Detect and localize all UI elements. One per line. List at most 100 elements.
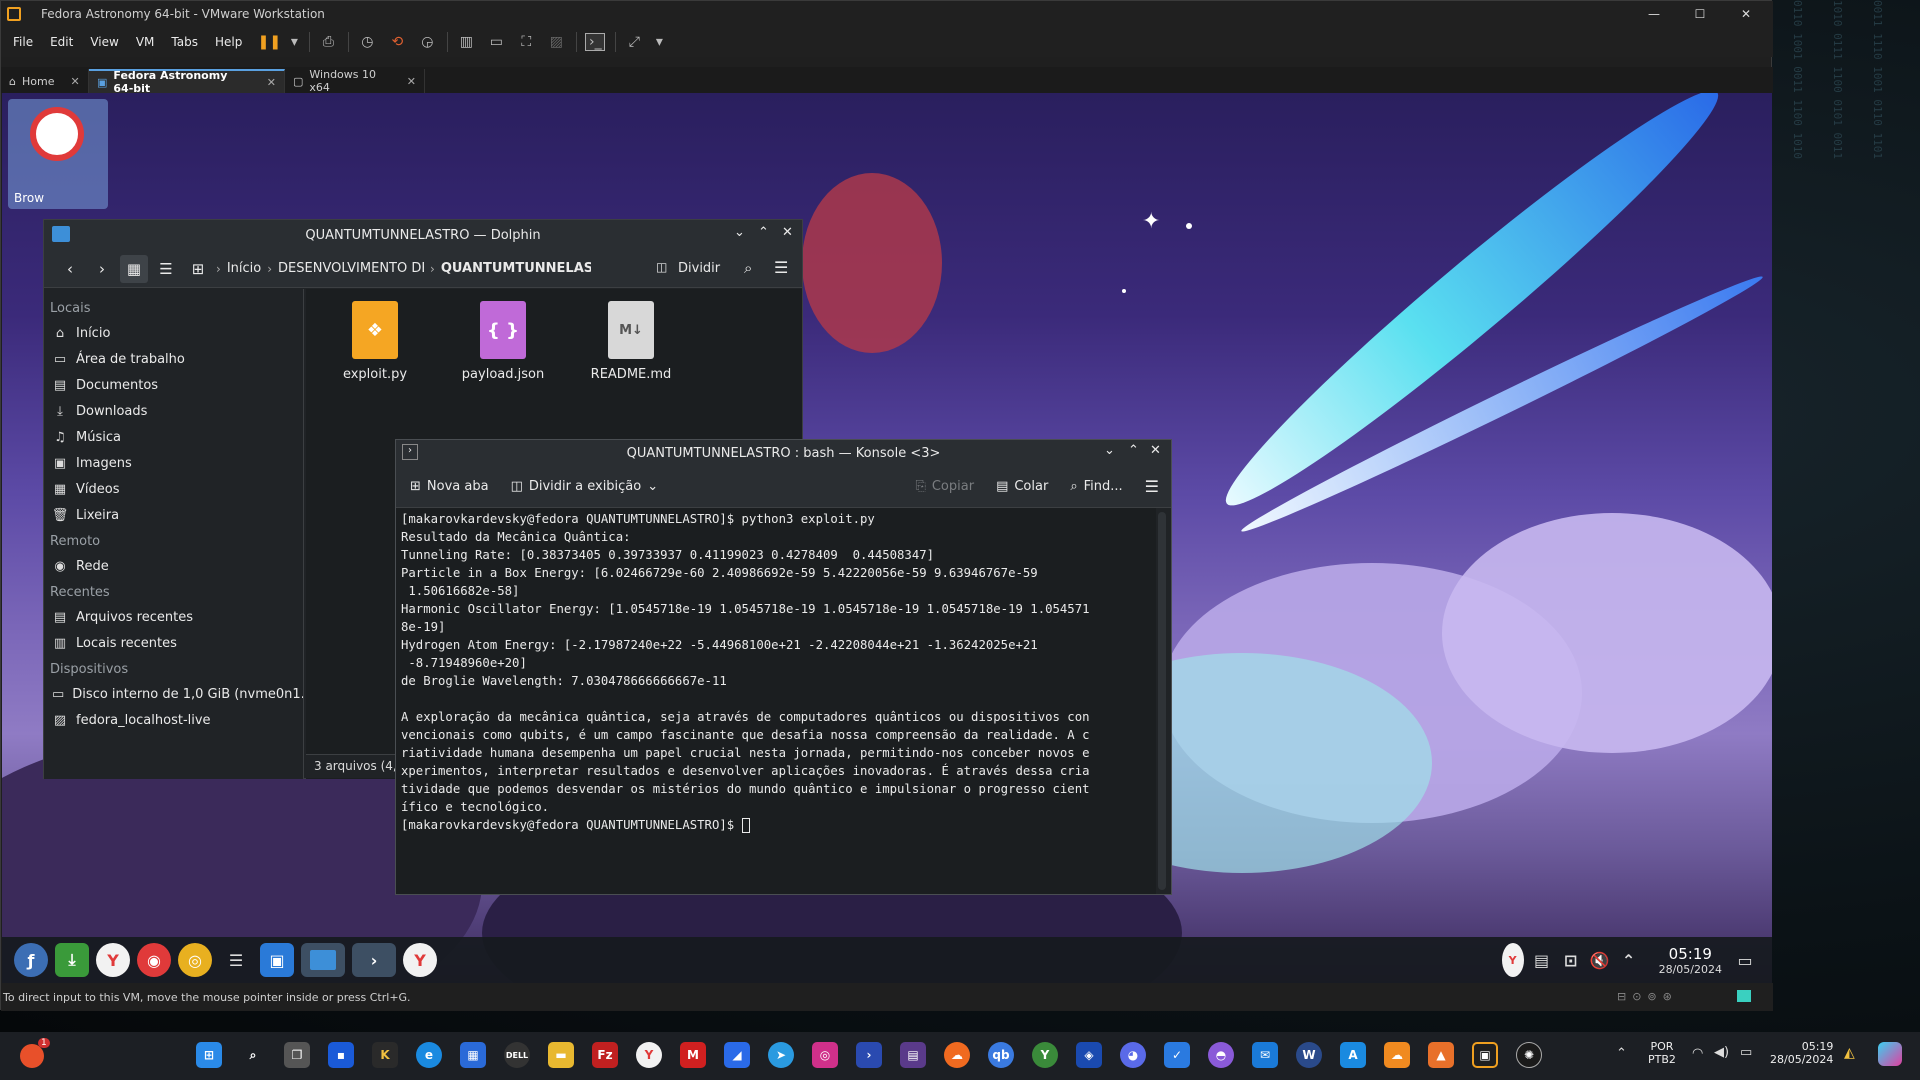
app-icon[interactable]: ▤: [900, 1042, 926, 1068]
menu-vm[interactable]: VM: [136, 35, 155, 49]
unity-icon[interactable]: ▨: [546, 33, 566, 51]
sidebar-item-desktop[interactable]: ▭ Área de trabalho: [44, 346, 303, 372]
forward-button[interactable]: ›: [88, 255, 116, 283]
minimize-button[interactable]: —: [1631, 1, 1677, 27]
revert-snapshot-icon[interactable]: ⟲: [387, 33, 407, 51]
dell-icon[interactable]: DELL: [504, 1042, 530, 1068]
new-tab-button[interactable]: ⊞ Nova aba: [410, 479, 489, 494]
desktop-icon-browser[interactable]: Brow: [8, 99, 108, 209]
snapshot-icon[interactable]: ◷: [357, 33, 377, 51]
chevron-up-icon[interactable]: ⌃: [758, 225, 769, 240]
guest-clock[interactable]: 05:19 28/05/2024: [1659, 945, 1722, 976]
edge-icon[interactable]: e: [416, 1042, 442, 1068]
chevron-down-icon[interactable]: ▾: [289, 33, 299, 51]
fedora-launcher-icon[interactable]: ƒ: [14, 943, 48, 977]
app-icon[interactable]: ◓: [1208, 1042, 1234, 1068]
file-payload-json[interactable]: { } payload.json: [448, 301, 558, 382]
menu-edit[interactable]: Edit: [50, 35, 73, 49]
sidebar-item-recent-places[interactable]: ▥ Locais recentes: [44, 630, 303, 656]
breadcrumb-inicio[interactable]: Início: [227, 261, 261, 276]
file-exploit-py[interactable]: ❖ exploit.py: [320, 301, 430, 382]
store-icon[interactable]: ▣: [260, 943, 294, 977]
sidebar-item-fedora-live[interactable]: ▨ fedora_localhost-live: [44, 707, 303, 733]
host-clock[interactable]: 05:19 28/05/2024: [1770, 1040, 1833, 1066]
soundcloud-icon[interactable]: ☁: [944, 1042, 970, 1068]
sidebar-item-recent-files[interactable]: ▤ Arquivos recentes: [44, 604, 303, 630]
split-view-button[interactable]: ◫ Dividir a exibição ⌄: [511, 479, 659, 494]
powershell-icon[interactable]: ›: [856, 1042, 882, 1068]
details-view-button[interactable]: ⊞: [184, 255, 212, 283]
menu-icon[interactable]: ☰: [1145, 477, 1159, 496]
search-icon[interactable]: ⌕: [744, 259, 752, 277]
chevron-up-icon[interactable]: ⌃: [1618, 943, 1640, 977]
yandex-browser-icon[interactable]: Y: [636, 1042, 662, 1068]
volume-muted-icon[interactable]: 🔇: [1589, 943, 1611, 977]
app-icon[interactable]: ▪: [328, 1042, 354, 1068]
tab-windows-10[interactable]: ▢ Windows 10 x64 ✕: [285, 68, 425, 94]
tab-home[interactable]: ⌂ Home ✕: [1, 69, 89, 93]
send-ctrl-alt-del-icon[interactable]: ⎙: [318, 33, 338, 51]
todo-icon[interactable]: ✓: [1164, 1042, 1190, 1068]
chevron-down-icon[interactable]: ▾: [654, 33, 664, 51]
back-button[interactable]: ‹: [56, 255, 84, 283]
menu-help[interactable]: Help: [215, 35, 242, 49]
sidebar-item-documentos[interactable]: ▤ Documentos: [44, 372, 303, 398]
qbittorrent-icon[interactable]: qb: [988, 1042, 1014, 1068]
close-icon[interactable]: ✕: [1150, 443, 1161, 458]
close-icon[interactable]: ✕: [407, 75, 416, 88]
compact-view-button[interactable]: ☰: [152, 255, 180, 283]
mcafee-icon[interactable]: M: [680, 1042, 706, 1068]
chevron-up-icon[interactable]: ⌃: [1128, 443, 1139, 458]
console-view-icon[interactable]: ›_: [585, 33, 606, 51]
library-icon[interactable]: ▥: [456, 33, 476, 51]
menu-file[interactable]: File: [13, 35, 33, 49]
snapshot-manager-icon[interactable]: ◶: [417, 33, 437, 51]
software-center-icon[interactable]: ⤓: [55, 943, 89, 977]
battery-icon[interactable]: ▭: [1740, 1045, 1752, 1060]
clipboard-icon[interactable]: ▤: [1531, 943, 1553, 977]
app-icon[interactable]: ☁: [1384, 1042, 1410, 1068]
wordpress-icon[interactable]: W: [1296, 1042, 1322, 1068]
chevron-down-icon[interactable]: ⌄: [734, 225, 745, 240]
app-icon[interactable]: ◎: [178, 943, 212, 977]
store-icon[interactable]: ▦: [460, 1042, 486, 1068]
show-desktop-icon[interactable]: ▭: [1734, 943, 1756, 977]
app-icon[interactable]: Y: [1032, 1042, 1058, 1068]
sidebar-item-inicio[interactable]: ⌂ Início: [44, 320, 303, 346]
discord-icon[interactable]: ◕: [1120, 1042, 1146, 1068]
maximize-button[interactable]: ☐: [1677, 1, 1723, 27]
search-icon[interactable]: ⌕: [240, 1042, 266, 1068]
konsole-taskbar-icon[interactable]: ›: [352, 943, 396, 977]
sidebar-item-internal-disk[interactable]: ▭ Disco interno de 1,0 GiB (nvme0n1...: [44, 681, 303, 707]
app-icon[interactable]: K: [372, 1042, 398, 1068]
sidebar-item-lixeira[interactable]: 🗑 Lixeira: [44, 502, 303, 528]
mail-icon[interactable]: ✉: [1252, 1042, 1278, 1068]
sidebar-item-rede[interactable]: ◉ Rede: [44, 553, 303, 579]
filezilla-icon[interactable]: Fz: [592, 1042, 618, 1068]
telegram-icon[interactable]: ➤: [768, 1042, 794, 1068]
close-icon[interactable]: ✕: [267, 76, 276, 89]
vmware-icon[interactable]: ▣: [1472, 1042, 1498, 1068]
fullscreen-icon[interactable]: ⛶: [516, 33, 536, 51]
copy-button[interactable]: ⎘ Copiar: [915, 479, 974, 494]
app-icon[interactable]: A: [1340, 1042, 1366, 1068]
language-indicator[interactable]: POR PTB2: [1648, 1040, 1676, 1066]
find-button[interactable]: ⌕ Find...: [1070, 479, 1122, 494]
tray-yandex-icon[interactable]: Y: [1501, 943, 1524, 977]
yandex-browser-icon[interactable]: Y: [403, 943, 437, 977]
dolphin-taskbar-icon[interactable]: [301, 943, 345, 977]
tab-fedora-astronomy[interactable]: ▣ Fedora Astronomy 64-bit ✕: [89, 69, 285, 95]
menu-tabs[interactable]: Tabs: [171, 35, 198, 49]
chevron-up-icon[interactable]: ⌃: [1616, 1046, 1627, 1061]
guest-screen[interactable]: ✦ Brow QUANTUMTUNNELASTRO — Dolphin ⌄ ⌃ …: [2, 93, 1772, 983]
app-icon[interactable]: ◈: [1076, 1042, 1102, 1068]
volume-icon[interactable]: ◀): [1714, 1045, 1729, 1060]
breadcrumb-desenvolvimento[interactable]: DESENVOLVIMENTO DE: [278, 261, 424, 276]
copilot-icon[interactable]: [1878, 1042, 1902, 1066]
notification-bell-icon[interactable]: ◭: [1844, 1045, 1855, 1061]
network-icon[interactable]: ⊡: [1560, 943, 1582, 977]
file-explorer-icon[interactable]: ▬: [548, 1042, 574, 1068]
split-button[interactable]: Dividir: [678, 261, 720, 276]
app-icon[interactable]: ◢: [724, 1042, 750, 1068]
vlc-icon[interactable]: ▲: [1428, 1042, 1454, 1068]
